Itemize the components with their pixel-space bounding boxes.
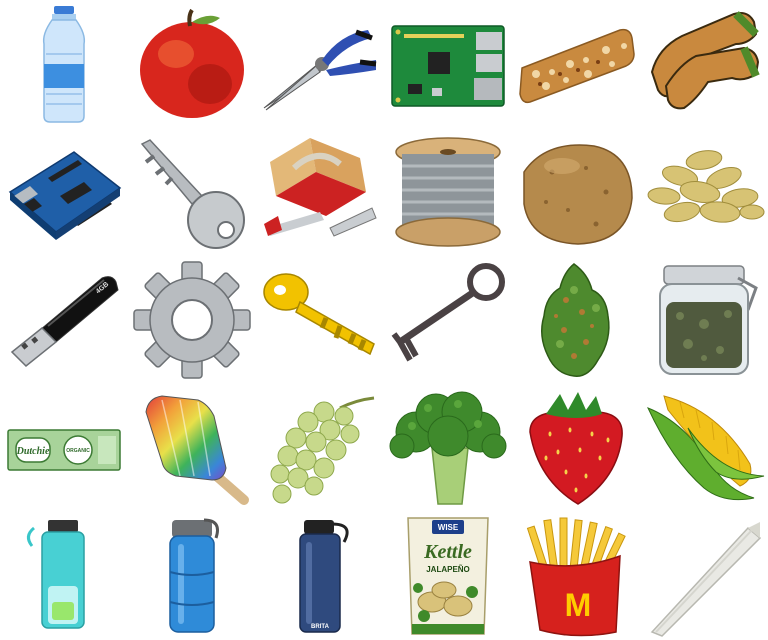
broccoli-icon — [384, 384, 512, 512]
pliers-icon — [256, 0, 384, 128]
pumpkin-seeds-icon — [640, 128, 768, 256]
chips-bag-icon: WISE Kettle JALAPEÑO — [384, 512, 512, 640]
toolbox-icon — [256, 128, 384, 256]
storage-jar-icon — [640, 256, 768, 384]
rolling-papers-icon: Dutchie ORGANIC — [0, 384, 128, 512]
skeleton-key-icon — [384, 256, 512, 384]
silver-key-icon — [128, 128, 256, 256]
usb-drive-icon: 4GB — [0, 256, 128, 384]
apple-icon — [128, 0, 256, 128]
gloves-icon — [640, 0, 768, 128]
cable-spool-icon — [384, 128, 512, 256]
cannabis-bud-icon — [512, 256, 640, 384]
image-grid: 4GB Dutchie ORGANIC BRITA WISE Kettle JA… — [0, 0, 768, 640]
grapes-icon — [256, 384, 384, 512]
bottle-brand-label: BRITA — [311, 624, 330, 630]
corn-icon — [640, 384, 768, 512]
papers-brand-label: Dutchie — [16, 446, 50, 457]
chips-brand-label: WISE — [438, 523, 459, 532]
yellow-key-icon — [256, 256, 384, 384]
blue-water-bottle-icon — [128, 512, 256, 640]
joint-icon — [640, 512, 768, 640]
french-fries-icon: M — [512, 512, 640, 640]
chips-flavor-label: JALAPEÑO — [426, 565, 470, 574]
water-bottle-icon — [0, 0, 128, 128]
infuser-bottle-icon — [0, 512, 128, 640]
rainbow-popsicle-icon — [128, 384, 256, 512]
arduino-board-icon — [0, 128, 128, 256]
papers-badge-label: ORGANIC — [66, 448, 90, 454]
gear-icon — [128, 256, 256, 384]
strawberry-icon — [512, 384, 640, 512]
chips-name-label: Kettle — [423, 541, 472, 563]
circuit-board-icon — [384, 0, 512, 128]
potato-icon — [512, 128, 640, 256]
fries-logo: M — [565, 587, 592, 623]
granola-bar-icon — [512, 0, 640, 128]
filter-bottle-icon: BRITA — [256, 512, 384, 640]
